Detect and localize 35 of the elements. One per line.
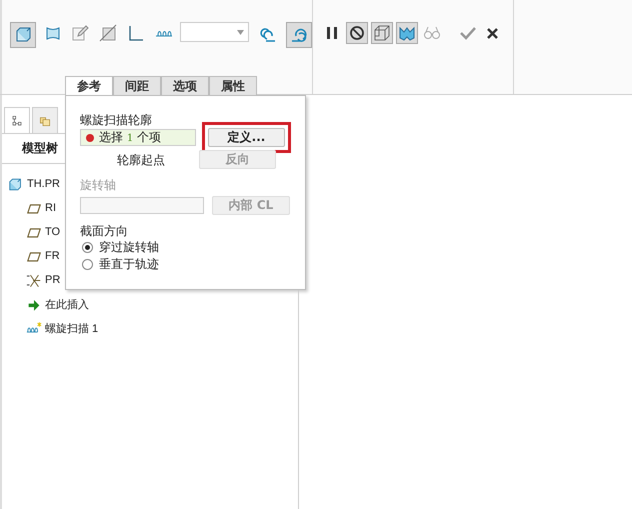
radio-button[interactable] — [82, 242, 93, 253]
solid-icon[interactable] — [10, 22, 36, 48]
tree-item[interactable]: TH.PR — [27, 178, 60, 190]
dropdown-field[interactable] — [180, 22, 249, 42]
field-label: 螺旋扫描轮廓 — [80, 112, 153, 128]
tree-item[interactable]: 在此插入 — [45, 296, 89, 312]
wireframe-icon[interactable] — [371, 22, 393, 44]
no-entry-icon[interactable] — [346, 22, 368, 44]
dashboard-tab[interactable]: 参考 — [65, 76, 113, 95]
caret-icon — [236, 30, 244, 34]
axis-field[interactable] — [80, 197, 204, 214]
panel-tab[interactable] — [32, 107, 58, 133]
tree-item[interactable]: 螺旋扫描 1 — [45, 320, 98, 336]
field-label: 截面方向 — [80, 223, 129, 239]
cube-icon — [8, 176, 24, 192]
tree-item[interactable]: RI — [45, 202, 56, 214]
field-label: 旋转轴 — [80, 177, 117, 193]
dashboard-tab[interactable]: 属性 — [209, 76, 257, 95]
dashboard-tab[interactable]: 间距 — [113, 76, 161, 95]
plane-icon[interactable] — [97, 22, 119, 44]
csys-icon — [26, 272, 42, 288]
status-dot — [86, 134, 94, 142]
shaded-icon[interactable] — [396, 22, 418, 44]
panel-tab[interactable] — [4, 107, 30, 133]
tree-item[interactable]: TO — [45, 226, 60, 238]
dashboard-tab[interactable]: 选项 — [161, 76, 209, 95]
define-button[interactable]: 定义... — [208, 128, 285, 147]
tree-item[interactable]: FR — [45, 250, 60, 262]
selection-field[interactable]: 选择 1 个项 — [80, 129, 196, 146]
helix-icon[interactable] — [286, 22, 312, 48]
tree-item[interactable]: PR — [45, 274, 60, 286]
coil-icon — [26, 320, 42, 336]
radio-label: 垂直于轨迹 — [99, 256, 159, 273]
radio-label: 穿过旋转轴 — [99, 239, 159, 256]
radio-button[interactable] — [82, 259, 93, 270]
